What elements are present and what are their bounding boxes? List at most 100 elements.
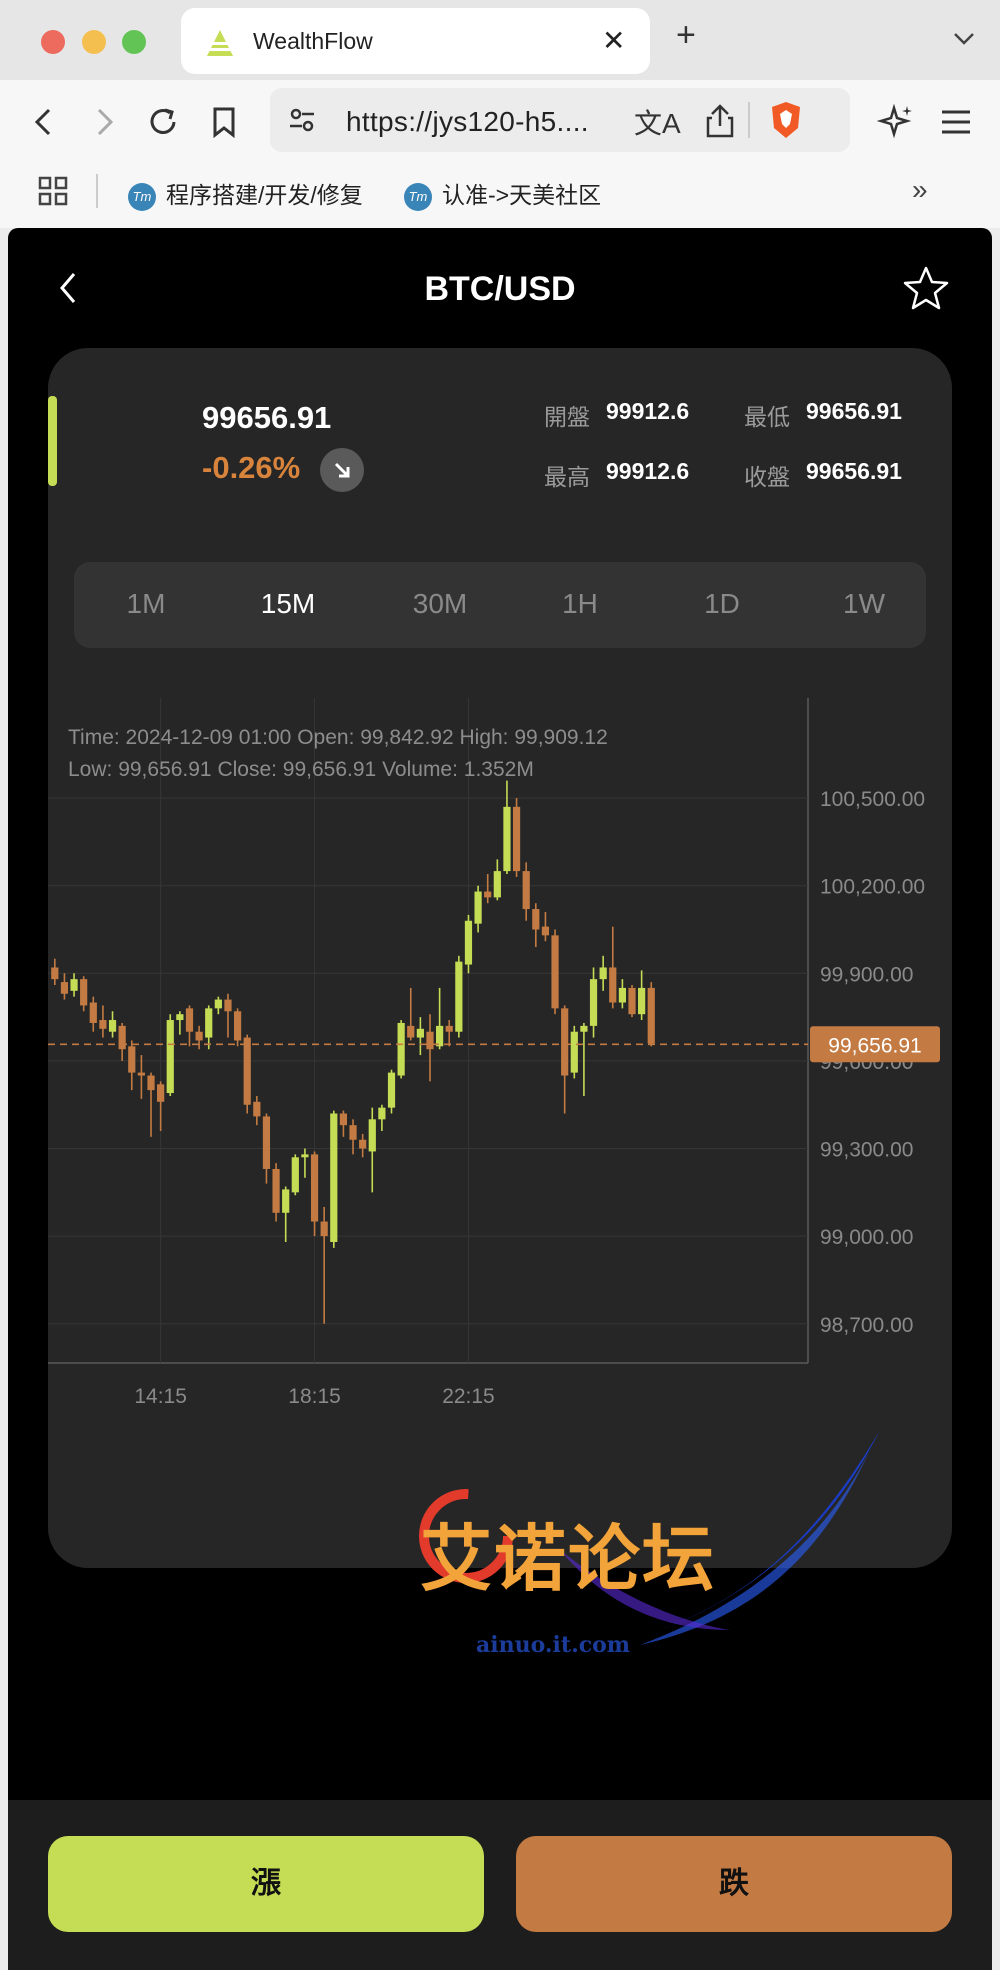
candle-body	[368, 1119, 376, 1152]
y-tick-label: 99,300.00	[820, 1139, 913, 1162]
trend-down-arrow-icon	[320, 448, 364, 492]
site-settings-icon[interactable]	[286, 104, 318, 136]
candle-body	[51, 967, 59, 980]
favorite-star-icon[interactable]	[902, 264, 950, 312]
trade-bar: 漲 跌	[8, 1800, 992, 1970]
close-value: 99656.91	[806, 458, 902, 484]
candle-body	[638, 987, 646, 1015]
open-value: 99912.6	[606, 398, 690, 424]
interval-1h[interactable]: 1H	[530, 588, 630, 620]
candlestick-chart[interactable]: 100,500.00 100,200.00 99,900.00 99,600.00 99…	[48, 698, 952, 1418]
candle-body	[301, 1154, 309, 1158]
candle-body	[474, 891, 482, 924]
bookmark-item[interactable]: Tm 认准->天美社区	[404, 176, 601, 211]
bookmark-item[interactable]: Tm 程序搭建/开发/修复	[128, 176, 363, 211]
candle-body	[580, 1025, 588, 1032]
wealthflow-logo-icon	[207, 30, 233, 56]
candle-body	[330, 1113, 338, 1242]
buy-up-button[interactable]: 漲	[48, 1836, 484, 1932]
maximize-window-button[interactable]	[122, 30, 146, 54]
translate-icon[interactable]: 文A	[634, 102, 681, 142]
new-tab-button[interactable]: +	[676, 16, 696, 55]
bookmark-label: 程序搭建/开发/修复	[166, 182, 363, 208]
candle-body	[157, 1084, 165, 1102]
candle-body	[166, 1020, 174, 1094]
candle-body	[484, 891, 492, 898]
candle-body	[455, 961, 463, 1032]
candle-body	[60, 982, 69, 994]
ohlc-info-line-2: Low: 99,656.91 Close: 99,656.91 Volume: …	[68, 758, 534, 781]
candle-body	[599, 967, 607, 980]
candle-body	[195, 1031, 203, 1041]
apps-grid-icon[interactable]	[38, 176, 68, 206]
forward-arrow-icon[interactable]	[82, 100, 126, 144]
candle-body	[89, 1002, 97, 1023]
sparkle-icon[interactable]	[874, 100, 918, 144]
low-label: 最低	[744, 404, 790, 430]
candle-body	[320, 1221, 328, 1237]
chevron-down-icon[interactable]	[950, 24, 978, 52]
candle-body	[647, 987, 655, 1044]
interval-15m[interactable]: 15M	[238, 588, 338, 620]
candle-body	[243, 1037, 251, 1105]
high-value: 99912.6	[606, 458, 690, 484]
candle-body	[609, 967, 617, 1003]
interval-1m[interactable]: 1M	[96, 588, 196, 620]
candle-body	[378, 1107, 386, 1120]
y-tick-label: 99,900.00	[820, 963, 913, 986]
candle-body	[436, 1025, 444, 1047]
menu-icon[interactable]	[934, 100, 978, 144]
candle-body	[541, 926, 550, 936]
y-tick-label: 99,000.00	[820, 1226, 913, 1249]
brave-shield-icon[interactable]	[768, 100, 804, 140]
candle-body	[224, 999, 232, 1012]
reload-icon[interactable]	[141, 100, 185, 144]
watermark-url: ainuo.it.com	[476, 1632, 631, 1658]
x-tick-label: 22:15	[442, 1385, 495, 1408]
candle-body	[339, 1113, 348, 1126]
tab-close-icon[interactable]: ✕	[602, 24, 625, 57]
interval-30m[interactable]: 30M	[390, 588, 490, 620]
back-arrow-icon[interactable]	[22, 100, 66, 144]
divider	[748, 102, 750, 138]
browser-titlebar: WealthFlow ✕ +	[0, 0, 1000, 80]
more-bookmarks-icon[interactable]: »	[912, 174, 928, 206]
candle-body	[589, 979, 598, 1026]
minimize-window-button[interactable]	[82, 30, 106, 54]
sell-down-button[interactable]: 跌	[516, 1836, 952, 1932]
candle-body	[522, 871, 530, 910]
bookmark-site-icon: Tm	[404, 182, 432, 211]
low-value: 99656.91	[806, 398, 902, 424]
candle-body	[214, 999, 222, 1009]
candle-body	[387, 1072, 396, 1108]
bookmark-icon[interactable]	[202, 100, 246, 144]
page-title: BTC/USD	[424, 270, 576, 308]
candle-body	[253, 1101, 261, 1117]
candle-body	[108, 1020, 117, 1032]
candle-body	[272, 1168, 280, 1213]
candle-body	[70, 979, 78, 991]
share-icon[interactable]	[702, 100, 738, 140]
candle-body	[426, 1031, 434, 1050]
address-bar[interactable]: https://jys120-h5.... 文A	[270, 88, 850, 152]
candle-body	[532, 909, 540, 930]
candle-body	[176, 1014, 184, 1021]
candle-body	[185, 1008, 194, 1032]
ohlc-info-line-1: Time: 2024-12-09 01:00 Open: 99,842.92 H…	[68, 726, 608, 749]
candle-body	[416, 1028, 424, 1038]
candle-body	[397, 1022, 405, 1076]
interval-1w[interactable]: 1W	[814, 588, 914, 620]
interval-1d[interactable]: 1D	[672, 588, 772, 620]
close-window-button[interactable]	[41, 30, 65, 54]
last-price: 99656.91	[202, 400, 332, 435]
app-screen: BTC/USD 99656.91 -0.26% 開盤 99912.6 最低 99…	[8, 228, 992, 1970]
candle-body	[407, 1025, 415, 1038]
candle-body	[349, 1125, 357, 1140]
chart-canvas[interactable]: 100,500.00100,200.0099,900.0099,600.0099…	[48, 698, 952, 1418]
candle-body	[137, 1072, 145, 1076]
y-tick-label: 98,700.00	[820, 1314, 913, 1337]
close-label: 收盤	[744, 464, 790, 490]
candle-body	[233, 1011, 242, 1041]
candle-body	[570, 1031, 578, 1073]
browser-tab-active[interactable]: WealthFlow ✕	[181, 8, 650, 74]
